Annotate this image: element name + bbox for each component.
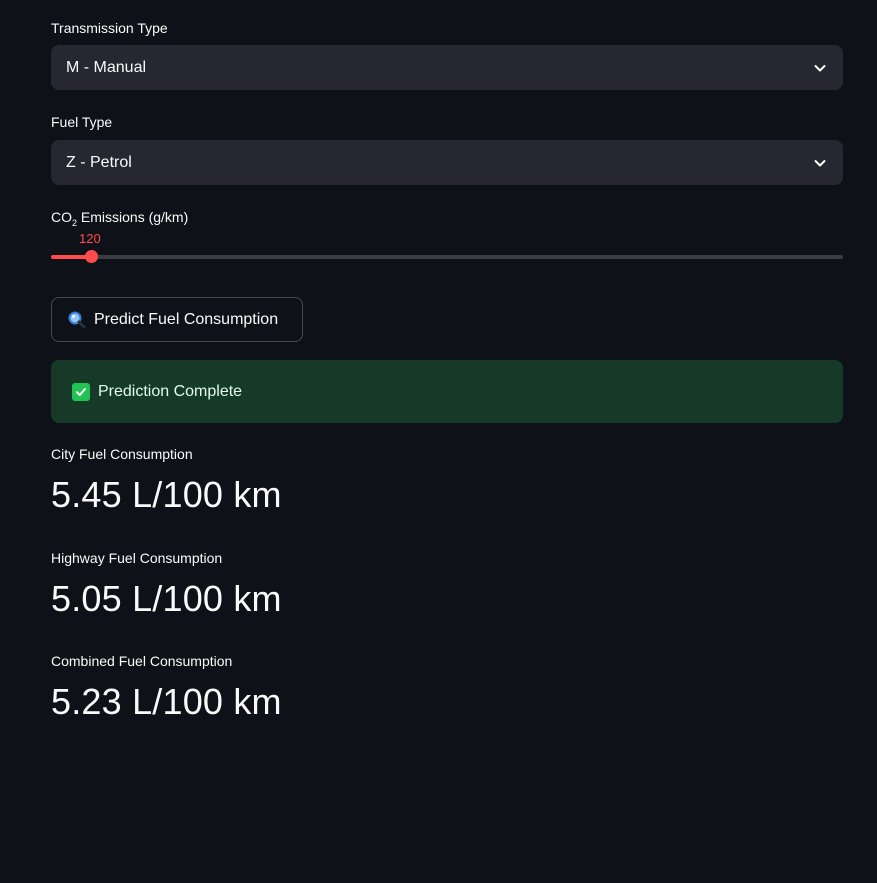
co2-emissions-label: CO2 Emissions (g/km) bbox=[51, 208, 188, 232]
city-metric-label: City Fuel Consumption bbox=[51, 446, 193, 462]
co2-slider-thumb[interactable] bbox=[85, 250, 98, 263]
fuel-type-select[interactable]: Z - Petrol bbox=[51, 140, 843, 185]
transmission-label: Transmission Type bbox=[51, 20, 168, 36]
transmission-value: M - Manual bbox=[66, 58, 147, 76]
transmission-select[interactable]: M - Manual bbox=[51, 45, 843, 90]
predict-button-label: Predict Fuel Consumption bbox=[94, 310, 279, 328]
combined-metric-value: 5.23 L/100 km bbox=[51, 681, 282, 722]
co2-slider-track[interactable] bbox=[51, 255, 843, 259]
fuel-type-label: Fuel Type bbox=[51, 114, 113, 130]
highway-metric-label: Highway Fuel Consumption bbox=[51, 550, 223, 566]
highway-metric-value: 5.05 L/100 km bbox=[51, 578, 282, 619]
chevron-down-icon bbox=[812, 155, 828, 171]
fuel-type-value: Z - Petrol bbox=[66, 153, 132, 171]
check-icon bbox=[72, 382, 90, 401]
predict-button[interactable]: Predict Fuel Consumption bbox=[51, 297, 303, 342]
co2-label-prefix: CO bbox=[51, 209, 72, 225]
co2-label-suffix: Emissions (g/km) bbox=[77, 209, 189, 225]
city-metric-value: 5.45 L/100 km bbox=[51, 474, 282, 515]
success-alert: Prediction Complete bbox=[51, 360, 843, 423]
combined-metric-label: Combined Fuel Consumption bbox=[51, 653, 233, 669]
magnifier-icon bbox=[67, 310, 87, 330]
chevron-down-icon bbox=[812, 60, 828, 76]
slider-value: 120 bbox=[79, 231, 101, 246]
alert-text: Prediction Complete bbox=[98, 382, 243, 400]
